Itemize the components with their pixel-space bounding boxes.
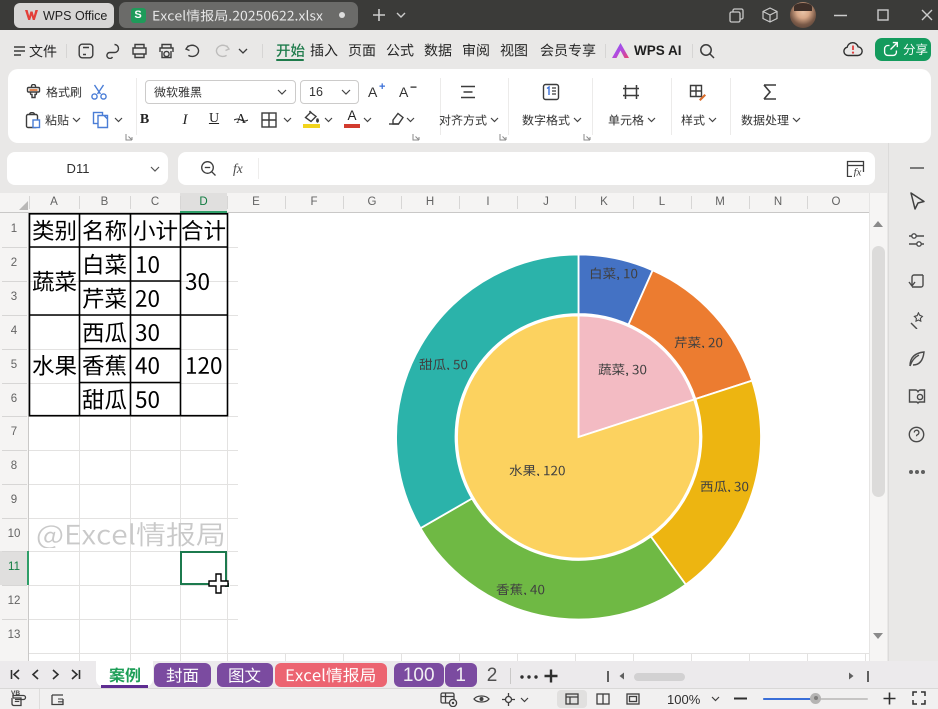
svg-text:fx: fx xyxy=(854,167,862,178)
